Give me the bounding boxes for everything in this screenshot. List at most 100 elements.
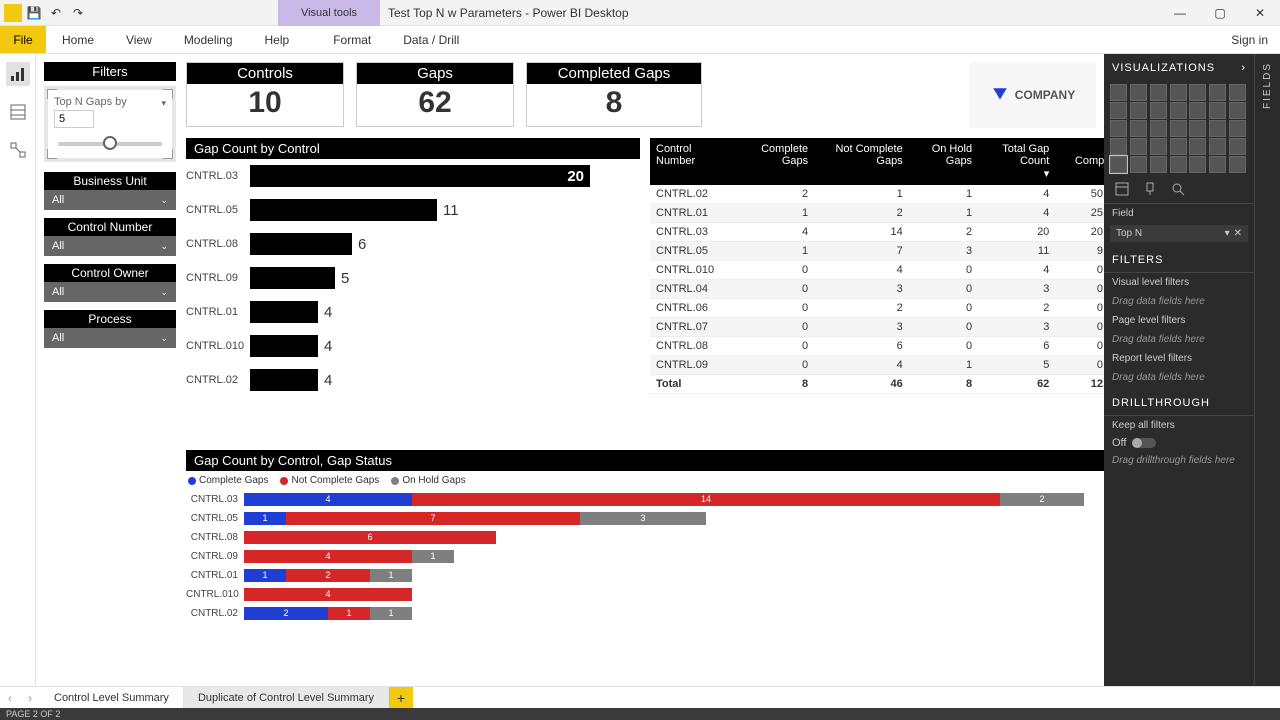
keep-all-toggle[interactable]: Off bbox=[1104, 435, 1254, 451]
viz-type-icon[interactable] bbox=[1130, 156, 1147, 173]
filter-dropdown[interactable]: All⌄ bbox=[44, 328, 176, 348]
viz-type-icon[interactable] bbox=[1209, 84, 1226, 101]
filter-drop-hint[interactable]: Drag data fields here bbox=[1104, 292, 1254, 311]
stacked-segment[interactable]: 1 bbox=[370, 607, 412, 620]
viz-type-icon[interactable] bbox=[1229, 84, 1246, 101]
format-tool-icon[interactable] bbox=[1142, 181, 1158, 197]
bar-row[interactable]: CNTRL.05 11 bbox=[186, 193, 640, 227]
redo-icon[interactable]: ↷ bbox=[68, 3, 88, 23]
page-nav-prev[interactable]: ‹ bbox=[0, 687, 20, 708]
viz-type-icon[interactable] bbox=[1189, 84, 1206, 101]
slider-handle[interactable] bbox=[103, 136, 117, 150]
remove-field-icon[interactable]: ✕ bbox=[1234, 228, 1242, 239]
viz-type-icon[interactable] bbox=[1150, 120, 1167, 137]
stacked-segment[interactable]: 2 bbox=[286, 569, 370, 582]
table-row[interactable]: CNTRL.01121425.0% bbox=[650, 204, 1104, 223]
ribbon-tab-modeling[interactable]: Modeling bbox=[168, 26, 249, 53]
topn-slider[interactable] bbox=[58, 142, 162, 146]
page-tab[interactable]: Control Level Summary bbox=[40, 687, 184, 708]
viz-type-icon[interactable] bbox=[1209, 138, 1226, 155]
stacked-bar-chart[interactable]: Gap Count by Control, Gap Status Complet… bbox=[186, 450, 1104, 623]
filter-drop-hint[interactable]: Drag data fields here bbox=[1104, 330, 1254, 349]
viz-type-icon[interactable] bbox=[1170, 84, 1187, 101]
table-header[interactable]: Complete Gaps bbox=[734, 138, 814, 185]
gap-count-bar-chart[interactable]: Gap Count by Control CNTRL.03 20 CNTRL.0… bbox=[186, 138, 640, 397]
bar-row[interactable]: CNTRL.09 5 bbox=[186, 261, 640, 295]
viz-type-icon[interactable] bbox=[1170, 102, 1187, 119]
viz-type-icon[interactable] bbox=[1110, 84, 1127, 101]
bar-row[interactable]: CNTRL.01 4 bbox=[186, 295, 640, 329]
stacked-segment[interactable]: 6 bbox=[244, 531, 496, 544]
stacked-segment[interactable]: 4 bbox=[244, 550, 412, 563]
collapse-icon[interactable]: › bbox=[1241, 62, 1246, 74]
filter-dropdown[interactable]: All⌄ bbox=[44, 190, 176, 210]
filter-drop-hint[interactable]: Drag data fields here bbox=[1104, 368, 1254, 387]
stacked-segment[interactable]: 2 bbox=[244, 607, 328, 620]
table-row[interactable]: CNTRL.05173119.1% bbox=[650, 242, 1104, 261]
stacked-segment[interactable]: 1 bbox=[370, 569, 412, 582]
viz-type-icon[interactable] bbox=[1110, 120, 1127, 137]
report-view-icon[interactable] bbox=[6, 62, 30, 86]
chevron-down-icon[interactable]: ⌄ bbox=[160, 333, 168, 344]
stacked-segment[interactable]: 14 bbox=[412, 493, 1000, 506]
stacked-segment[interactable]: 4 bbox=[244, 493, 412, 506]
table-row[interactable]: CNTRL.0602020.0% bbox=[650, 299, 1104, 318]
viz-type-icon[interactable] bbox=[1110, 156, 1127, 173]
analytics-tool-icon[interactable] bbox=[1170, 181, 1186, 197]
viz-type-icon[interactable] bbox=[1150, 156, 1167, 173]
fields-pane-collapsed[interactable]: FIELDS bbox=[1254, 54, 1280, 686]
page-tab[interactable]: Duplicate of Control Level Summary bbox=[184, 687, 389, 708]
data-view-icon[interactable] bbox=[6, 100, 30, 124]
file-tab[interactable]: File bbox=[0, 26, 46, 53]
viz-type-icon[interactable] bbox=[1229, 102, 1246, 119]
ribbon-tab-data-drill[interactable]: Data / Drill bbox=[387, 26, 475, 53]
stacked-segment[interactable]: 2 bbox=[1000, 493, 1084, 506]
viz-type-icon[interactable] bbox=[1229, 120, 1246, 137]
table-row[interactable]: CNTRL.0341422020.0% bbox=[650, 223, 1104, 242]
page-nav-next[interactable]: › bbox=[20, 687, 40, 708]
add-page-button[interactable]: + bbox=[389, 687, 413, 708]
close-button[interactable]: ✕ bbox=[1240, 0, 1280, 26]
viz-type-icon[interactable] bbox=[1170, 138, 1187, 155]
viz-type-icon[interactable] bbox=[1170, 120, 1187, 137]
table-row[interactable]: CNTRL.0403030.0% bbox=[650, 280, 1104, 299]
viz-type-icon[interactable] bbox=[1229, 138, 1246, 155]
viz-type-icon[interactable] bbox=[1189, 120, 1206, 137]
stacked-row[interactable]: CNTRL.034142 bbox=[186, 490, 1104, 508]
stacked-segment[interactable]: 1 bbox=[412, 550, 454, 563]
viz-type-icon[interactable] bbox=[1170, 156, 1187, 173]
model-view-icon[interactable] bbox=[6, 138, 30, 162]
viz-type-icon[interactable] bbox=[1150, 138, 1167, 155]
viz-type-icon[interactable] bbox=[1150, 102, 1167, 119]
ribbon-tab-help[interactable]: Help bbox=[249, 26, 306, 53]
table-header[interactable]: Total Gap Count▾ bbox=[978, 138, 1055, 185]
topn-input[interactable] bbox=[54, 110, 94, 128]
viz-type-icon[interactable] bbox=[1189, 102, 1206, 119]
viz-type-icon[interactable] bbox=[1130, 102, 1147, 119]
table-header[interactable]: Not Complete Gaps bbox=[814, 138, 909, 185]
filter-dropdown[interactable]: All⌄ bbox=[44, 282, 176, 302]
stacked-row[interactable]: CNTRL.05173 bbox=[186, 509, 1104, 527]
chevron-down-icon[interactable]: ⌄ bbox=[160, 241, 168, 252]
stacked-row[interactable]: CNTRL.0104 bbox=[186, 585, 1104, 603]
fields-tool-icon[interactable] bbox=[1114, 181, 1130, 197]
viz-type-icon[interactable] bbox=[1110, 102, 1127, 119]
ribbon-tab-format[interactable]: Format bbox=[317, 26, 387, 53]
stacked-segment[interactable]: 1 bbox=[244, 569, 286, 582]
stacked-row[interactable]: CNTRL.086 bbox=[186, 528, 1104, 546]
ribbon-tab-view[interactable]: View bbox=[110, 26, 168, 53]
viz-type-icon[interactable] bbox=[1130, 84, 1147, 101]
stacked-row[interactable]: CNTRL.02211 bbox=[186, 604, 1104, 622]
filter-dropdown[interactable]: All⌄ bbox=[44, 236, 176, 256]
ribbon-tab-home[interactable]: Home bbox=[46, 26, 110, 53]
viz-type-icon[interactable] bbox=[1189, 156, 1206, 173]
kpi-card[interactable]: Completed Gaps 8 bbox=[526, 62, 702, 127]
table-row[interactable]: CNTRL.0904150.0% bbox=[650, 356, 1104, 375]
viz-type-icon[interactable] bbox=[1209, 120, 1226, 137]
stacked-segment[interactable]: 1 bbox=[328, 607, 370, 620]
table-row[interactable]: CNTRL.0703030.0% bbox=[650, 318, 1104, 337]
topn-slicer[interactable]: Top N Gaps by ▾ bbox=[44, 86, 176, 162]
bar-row[interactable]: CNTRL.03 20 bbox=[186, 159, 640, 193]
bar-row[interactable]: CNTRL.02 4 bbox=[186, 363, 640, 397]
field-well-topn[interactable]: Top N ▾✕ bbox=[1110, 225, 1248, 242]
